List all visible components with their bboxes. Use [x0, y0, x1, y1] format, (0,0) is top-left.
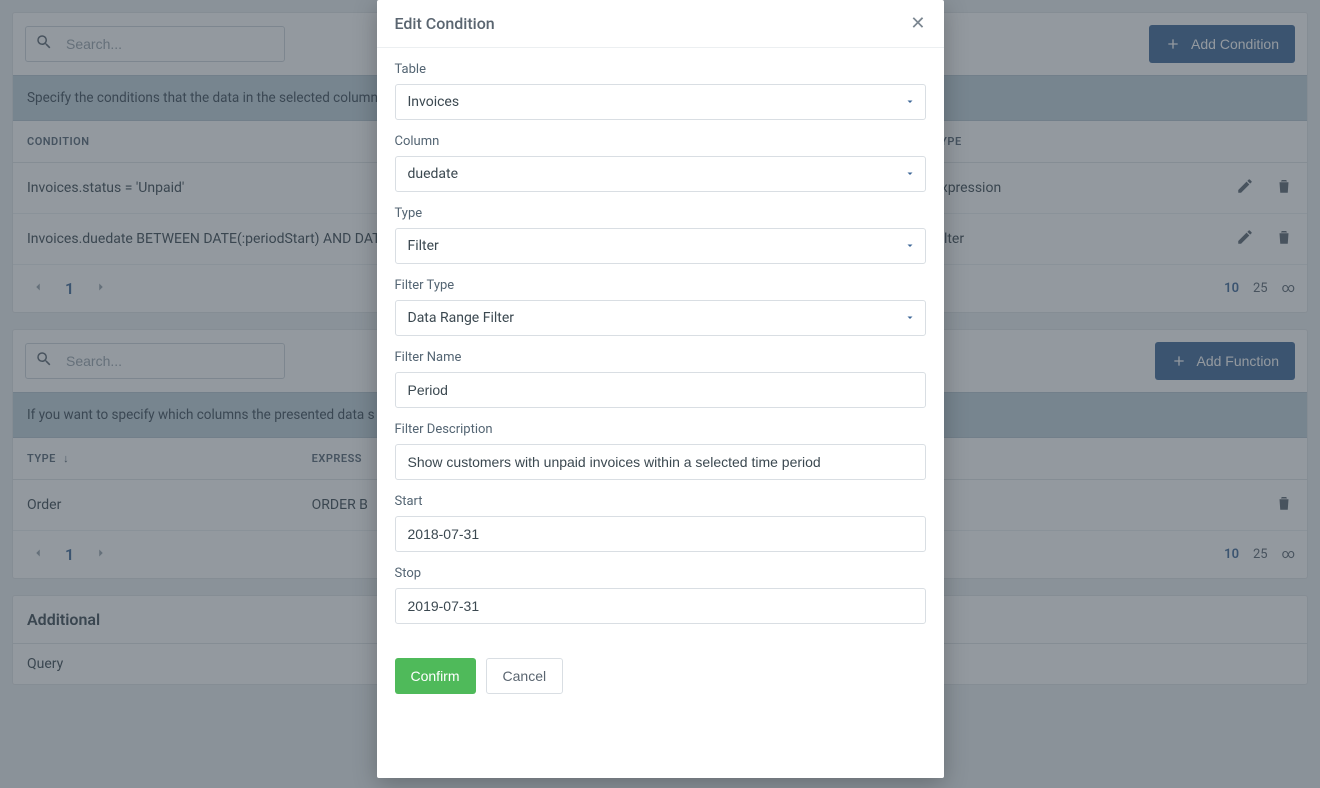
modal-title: Edit Condition — [395, 14, 495, 33]
cancel-button[interactable]: Cancel — [486, 658, 564, 694]
start-input[interactable] — [395, 516, 926, 552]
filter-name-label: Filter Name — [395, 350, 926, 365]
filter-type-label: Filter Type — [395, 278, 926, 293]
filter-name-input[interactable] — [395, 372, 926, 408]
table-select[interactable]: Invoices — [395, 84, 926, 120]
filter-description-input[interactable] — [395, 444, 926, 480]
start-label: Start — [395, 494, 926, 509]
column-label: Column — [395, 134, 926, 149]
confirm-button[interactable]: Confirm — [395, 658, 476, 694]
modal-overlay[interactable]: Edit Condition ✕ Table Invoices Column d… — [0, 0, 1320, 788]
close-icon[interactable]: ✕ — [910, 15, 925, 33]
edit-condition-modal: Edit Condition ✕ Table Invoices Column d… — [377, 0, 944, 778]
filter-type-select[interactable]: Data Range Filter — [395, 300, 926, 336]
stop-label: Stop — [395, 566, 926, 581]
type-label: Type — [395, 206, 926, 221]
table-label: Table — [395, 62, 926, 77]
stop-input[interactable] — [395, 588, 926, 624]
filter-description-label: Filter Description — [395, 422, 926, 437]
type-select[interactable]: Filter — [395, 228, 926, 264]
column-select[interactable]: duedate — [395, 156, 926, 192]
